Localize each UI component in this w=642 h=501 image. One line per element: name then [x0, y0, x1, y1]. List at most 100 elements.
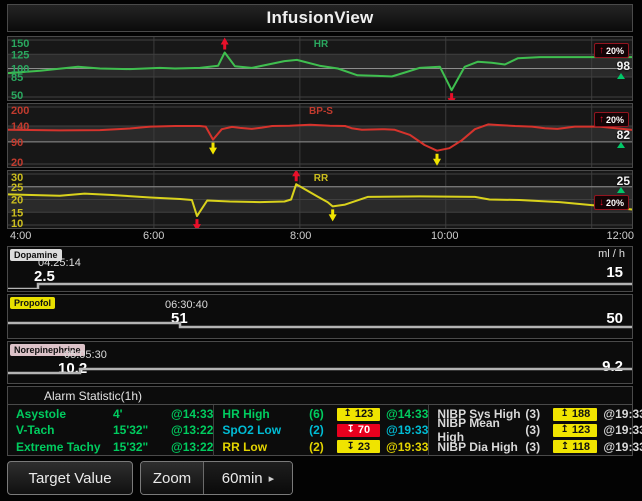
rr-current-value: 25	[617, 174, 630, 188]
interval-select-button[interactable]: 60min ▸	[204, 462, 292, 494]
bp-trend-chart: ↑20% 82 2001409020BP-S	[7, 103, 633, 168]
below-limit-icon: ↧	[347, 442, 355, 452]
hr-current-value: 98	[617, 59, 630, 73]
bp-deviation-value: 20%	[606, 115, 624, 125]
trend-up-icon: ↑	[599, 46, 604, 56]
y-axis-tick: 20	[11, 195, 23, 207]
alarm-extreme-value: 118	[572, 441, 590, 453]
bp-current-value: 82	[617, 128, 630, 142]
alarm-count: (3)	[525, 423, 553, 437]
alarm-time: @19:33	[386, 440, 428, 454]
alarm-limit-value-box: ↧23	[337, 440, 380, 453]
arrhythmia-alarm-row: Asystole4'@14:33	[8, 407, 213, 422]
y-axis-tick: 200	[11, 105, 29, 117]
alarm-extreme-value: 123	[572, 424, 590, 436]
alarm-duration: 15'32"	[113, 423, 171, 437]
infusion-row-dopamine: ml / h Dopamine04:25:142.515	[7, 246, 633, 292]
alarm-statistics-title: Alarm Statistic(1h)	[44, 389, 142, 403]
rr-deviation-badge: ↓20%	[594, 195, 629, 210]
alarm-name: SpO2 Low	[214, 423, 309, 437]
infusion-rate-step-line	[8, 247, 632, 289]
alarm-count: (3)	[525, 440, 553, 454]
infusion-rate-step-line	[8, 295, 632, 336]
alarm-time: @14:33	[171, 407, 213, 421]
parameter-alarm-row: SpO2 Low(2)↧70@19:33	[214, 423, 428, 438]
alarm-name: Asystole	[8, 407, 113, 421]
y-axis-tick: 20	[11, 157, 23, 168]
rr-deviation-value: 20%	[606, 198, 624, 208]
alarm-extreme-value: 23	[358, 441, 370, 453]
above-limit-icon: ↥	[561, 425, 569, 435]
alarm-count: (6)	[309, 407, 337, 421]
rr-plot: 3025201510RR	[8, 171, 633, 228]
target-value-button[interactable]: Target Value	[7, 461, 133, 495]
time-axis: 4:00 6:00 8:00 10:00 12:00	[7, 230, 635, 244]
alarm-duration: 15'32"	[113, 440, 171, 454]
infusion-rate-step-line	[8, 342, 632, 381]
trend-up-icon: ↑	[599, 115, 604, 125]
y-axis-tick: 125	[11, 49, 29, 61]
above-limit-icon: ↥	[561, 442, 569, 452]
alarm-limit-value-box: ↥ 123	[337, 408, 380, 421]
bp-deviation-badge: ↑20%	[594, 112, 629, 127]
alarm-extreme-value: 70	[358, 424, 370, 436]
above-limit-icon: ↥	[561, 409, 569, 419]
y-axis-tick: 150	[11, 38, 29, 50]
alarm-limit-value-box: ↥123	[553, 424, 597, 437]
title-bar: InfusionView	[7, 4, 633, 32]
rr-trend-chart: 25 ↓20% 3025201510RR	[7, 170, 633, 229]
alarm-name: HR High	[214, 407, 309, 421]
bp-s-plot: 2001409020BP-S	[8, 104, 633, 167]
trend-down-icon: ↓	[599, 198, 604, 208]
alarm-limit-value-box: ↥188	[553, 408, 597, 421]
time-tick: 10:00	[431, 230, 459, 242]
page-title: InfusionView	[267, 8, 374, 28]
below-limit-icon: ↧	[347, 425, 355, 435]
above-limit-icon: ↥	[343, 409, 351, 419]
alarm-extreme-value: 188	[572, 408, 590, 420]
alarm-time: @19:33	[603, 407, 642, 421]
zoom-button[interactable]: Zoom	[141, 462, 204, 494]
rr-target-arrow-icon	[617, 187, 625, 193]
time-tick: 4:00	[10, 230, 31, 242]
zoom-label: Zoom	[153, 470, 191, 487]
hr-plot: 1501251008550HR	[8, 37, 633, 100]
alarm-statistics-header: Alarm Statistic(1h)	[8, 387, 632, 405]
time-tick: 6:00	[143, 230, 164, 242]
alarm-time: @19:33	[603, 423, 642, 437]
alarm-time: @19:33	[386, 423, 428, 437]
infusion-row-propofol: Propofol06:30:405150	[7, 294, 633, 339]
parameter-alarm-row: RR Low(2)↧23@19:33	[214, 439, 428, 454]
alarm-duration: 4'	[113, 407, 171, 421]
hr-target-arrow-icon	[617, 73, 625, 79]
time-tick: 12:00	[606, 230, 634, 242]
nibp-alarm-column: NIBP Sys High(3)↥188@19:33NIBP Mean High…	[429, 405, 642, 456]
alarm-extreme-value: 123	[355, 408, 373, 420]
bp-target-arrow-icon	[617, 142, 625, 148]
arrhythmia-alarm-row: Extreme Tachy15'32"@13:22	[8, 439, 213, 454]
time-tick: 8:00	[290, 230, 311, 242]
alarm-name: NIBP Dia High	[429, 440, 525, 454]
alarm-statistics-panel: Alarm Statistic(1h) Asystole4'@14:33V-Ta…	[7, 386, 633, 456]
y-axis-tick: 25	[11, 182, 23, 194]
alarm-count: (2)	[309, 440, 337, 454]
parameter-alarm-row: NIBP Dia High(3)↥118@19:33	[429, 439, 642, 454]
alarm-name: RR Low	[214, 440, 309, 454]
alarm-name: Extreme Tachy	[8, 440, 113, 454]
alarm-name: V-Tach	[8, 423, 113, 437]
parameter-alarm-column: HR High(6) ↥ 123 @14:33 SpO2 Low(2) ↧70 @19:33…	[214, 405, 429, 456]
alarm-time: @19:33	[603, 440, 642, 454]
alarm-time: @13:22	[171, 440, 213, 454]
infusion-row-norepinephrine: Norepinephrine05:05:3010.29.2	[7, 341, 633, 384]
y-axis-tick: 85	[11, 72, 23, 84]
interval-value: 60min	[222, 470, 263, 487]
zoom-interval-button-group: Zoom 60min ▸	[140, 461, 293, 495]
hr-trend-chart: ↑20% 98 1501251008550HR	[7, 36, 633, 101]
parameter-alarm-row: NIBP Mean High(3)↥123@19:33	[429, 423, 642, 438]
alarm-limit-value-box: ↥118	[553, 440, 597, 453]
alarm-time: @14:33	[386, 407, 428, 421]
chart-title: RR	[314, 173, 329, 184]
infusion-view-screen: InfusionView ↑20% 98 1501251008550HR ↑20…	[0, 0, 642, 501]
y-axis-tick: 140	[11, 121, 29, 133]
chevron-right-icon: ▸	[269, 472, 275, 485]
